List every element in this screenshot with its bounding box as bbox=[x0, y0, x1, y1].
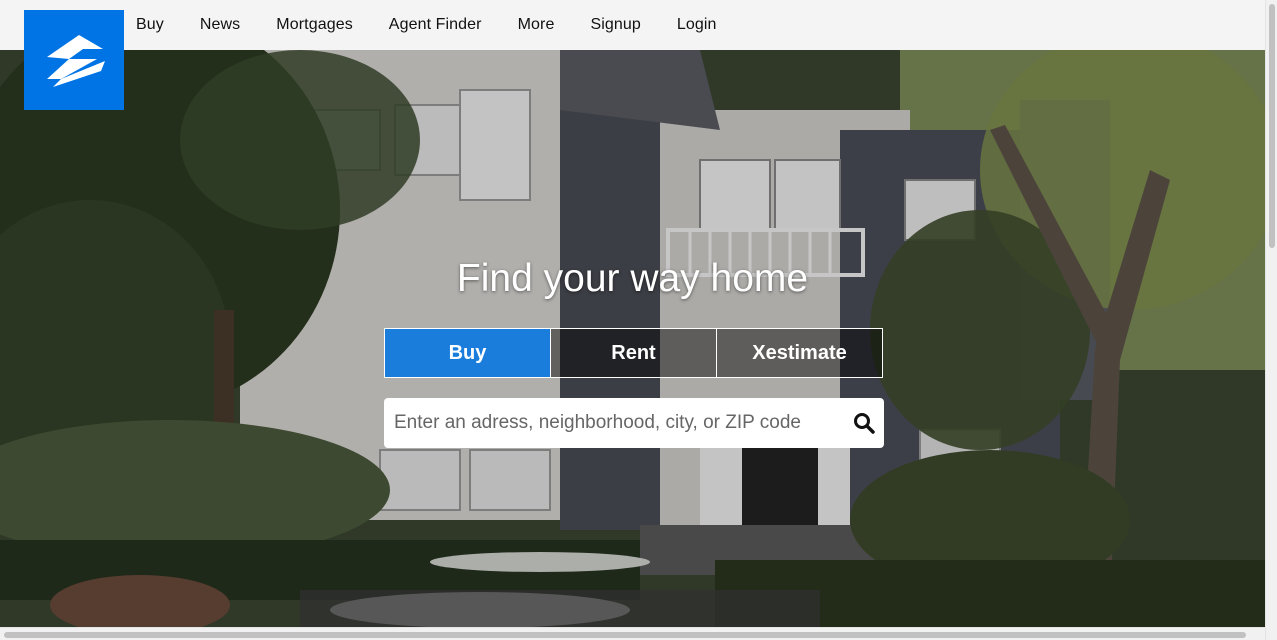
search-icon[interactable] bbox=[844, 398, 884, 448]
nav-buy-link[interactable]: Buy bbox=[136, 16, 164, 34]
hero-headline: Find your way home bbox=[456, 257, 809, 300]
main-nav: Buy News Mortgages Agent Finder More Sig… bbox=[136, 0, 753, 50]
hero-section: Find your way home Buy Rent Xestimate bbox=[0, 50, 1265, 627]
vertical-scrollbar-thumb[interactable] bbox=[1269, 4, 1275, 248]
tab-rent[interactable]: Rent bbox=[550, 328, 717, 378]
search-box bbox=[384, 398, 884, 448]
nav-more-link[interactable]: More bbox=[518, 16, 555, 34]
top-navigation-bar: Buy News Mortgages Agent Finder More Sig… bbox=[0, 0, 1265, 50]
zillow-logo-icon[interactable] bbox=[24, 10, 124, 110]
nav-news-link[interactable]: News bbox=[200, 16, 240, 34]
nav-login-link[interactable]: Login bbox=[677, 16, 717, 34]
horizontal-scrollbar[interactable] bbox=[0, 627, 1265, 640]
nav-agent-finder-link[interactable]: Agent Finder bbox=[389, 16, 482, 34]
horizontal-scrollbar-thumb[interactable] bbox=[4, 632, 1246, 638]
nav-mortgages-link[interactable]: Mortgages bbox=[276, 16, 353, 34]
nav-signup-link[interactable]: Signup bbox=[590, 16, 640, 34]
tab-buy[interactable]: Buy bbox=[384, 328, 551, 378]
tab-xestimate[interactable]: Xestimate bbox=[716, 328, 883, 378]
search-input[interactable] bbox=[384, 398, 844, 448]
vertical-scrollbar[interactable] bbox=[1265, 0, 1277, 640]
search-mode-tabs: Buy Rent Xestimate bbox=[384, 328, 883, 378]
